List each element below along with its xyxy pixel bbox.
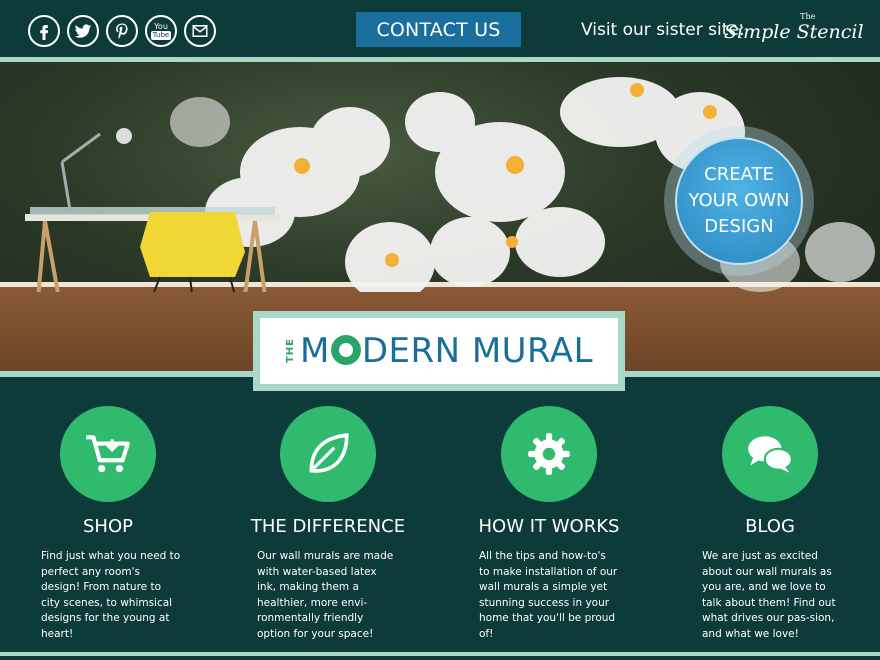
shop-button[interactable] [60,406,156,502]
logo-the: THE [284,338,296,364]
youtube-icon[interactable]: You Tube [145,15,177,47]
feature-body-difference: Our wall murals are made with water-base… [257,550,394,640]
contact-us-button[interactable]: CONTACT US [356,12,521,47]
feature-body-blog: We are just as excited about our wall mu… [702,550,836,640]
leaf-icon [309,433,349,473]
youtube-text-bottom: Tube [150,31,172,40]
email-icon[interactable] [184,15,216,47]
difference-button[interactable] [280,406,376,502]
create-your-own-design-button[interactable]: CREATE YOUR OWN DESIGN [664,126,814,276]
feature-title-difference[interactable]: THE DIFFERENCE [238,516,418,537]
how-it-works-button[interactable] [501,406,597,502]
youtube-text-top: You [154,22,168,31]
top-bar: You Tube CONTACT US Visit our sister sit… [0,0,880,58]
logo-wordmark: M DERN MURAL [300,331,593,371]
sister-site-label: Visit our sister site: [581,20,745,40]
modern-mural-logo[interactable]: THE M DERN MURAL [253,311,625,391]
twitter-icon[interactable] [67,15,99,47]
pinterest-icon[interactable] [106,15,138,47]
chat-bubbles-icon [748,436,793,473]
shopping-cart-icon [86,435,130,473]
feature-title-shop[interactable]: SHOP [18,516,198,537]
gear-icon [528,433,570,475]
logo-inner: THE M DERN MURAL [260,318,618,384]
feature-title-blog[interactable]: BLOG [680,516,860,537]
feature-body-shop: Find just what you need to perfect any r… [41,550,181,640]
create-your-own-design-label: CREATE YOUR OWN DESIGN [675,137,803,265]
logo-m: M [299,331,330,371]
sister-site-logo-link[interactable]: The Simple Stencil [724,12,864,44]
feature-blog: BLOG We are just as excited about our wa… [680,406,860,643]
facebook-icon[interactable] [28,15,60,47]
social-links: You Tube [28,15,216,47]
feature-difference: THE DIFFERENCE Our wall murals are made … [238,406,418,643]
feature-body-how-it-works: All the tips and how-to's to make instal… [479,550,618,640]
feature-title-how-it-works[interactable]: HOW IT WORKS [459,516,639,537]
logo-rest: DERN MURAL [361,331,594,371]
sister-logo-small: The [800,12,816,21]
sister-logo-main: Simple Stencil [724,21,864,43]
logo-o-icon [330,335,361,365]
bottom-divider [0,652,880,656]
feature-shop: SHOP Find just what you need to perfect … [18,406,198,643]
feature-how-it-works: HOW IT WORKS All the tips and how-to's t… [459,406,639,643]
blog-button[interactable] [722,406,818,502]
